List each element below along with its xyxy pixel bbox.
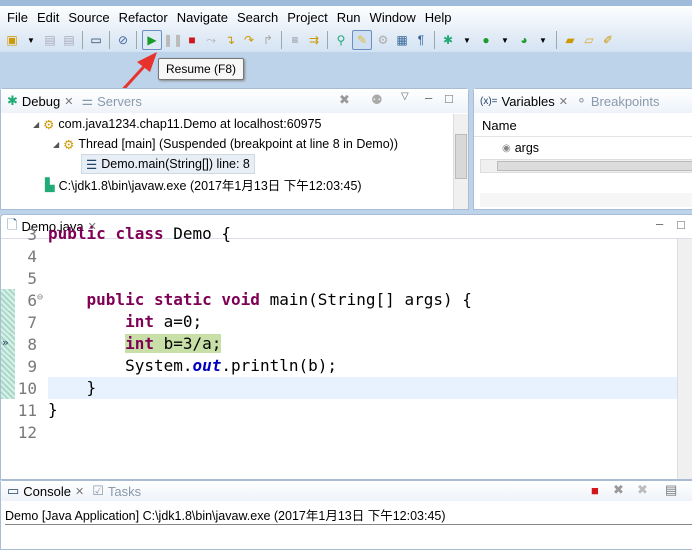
- servers-icon: ⚌: [81, 93, 94, 108]
- debug-panel: ✱ Debug ✕ ⚌ Servers ✖ ⚉ ▽ – □ ◢ ⚙ com.java123…: [0, 88, 469, 210]
- code-token: }: [48, 400, 58, 419]
- code-line: }: [48, 399, 58, 421]
- code-token: out: [192, 356, 222, 375]
- code-token: a=0;: [163, 312, 203, 331]
- tab-debug[interactable]: ✱ Debug ✕: [5, 89, 79, 113]
- code-line: }: [48, 377, 97, 399]
- tab-console[interactable]: ▭ Console ✕: [5, 481, 90, 501]
- details-hscrollbar[interactable]: [480, 193, 692, 207]
- code-line: System.out.println(b);: [48, 355, 337, 377]
- code-token: static: [153, 290, 222, 309]
- remove-all-icon[interactable]: ✖: [637, 482, 648, 498]
- line-number: 9: [27, 357, 37, 376]
- stack-frame-icon: ☰: [86, 157, 98, 172]
- code-token: b=3/a;: [163, 334, 222, 353]
- code-token: void: [221, 290, 270, 309]
- maximize-icon[interactable]: □: [677, 217, 685, 232]
- terminate-icon[interactable]: ■: [591, 483, 599, 498]
- code-token: .println(b);: [221, 356, 337, 375]
- line-number: 7: [27, 313, 37, 332]
- line-number: 12: [17, 423, 37, 442]
- console-icon: ▭: [7, 483, 20, 498]
- line-number: 10: [17, 379, 37, 398]
- variables-panel: (x)= Variables ✕ ⚬ Breakpoints Name ◉ args: [473, 88, 692, 210]
- minimize-icon[interactable]: –: [425, 90, 432, 105]
- remove-launch-icon[interactable]: ✖: [613, 482, 624, 498]
- code-token: int: [125, 312, 164, 331]
- thread-icon: ⚙: [63, 137, 75, 152]
- code-token: main(String[] args) {: [269, 290, 472, 309]
- maximize-icon[interactable]: □: [445, 91, 453, 106]
- code-token: System.: [48, 356, 193, 375]
- ruler-marker: [1, 289, 15, 311]
- variable-row[interactable]: ◉ args: [502, 138, 539, 158]
- instruction-pointer-icon: »: [2, 336, 9, 349]
- tab-variables[interactable]: (x)= Variables ✕: [478, 89, 574, 113]
- ruler-marker: [1, 377, 15, 399]
- line-number: 3: [27, 225, 37, 244]
- tree-item-target[interactable]: ◢ ⚙ com.java1234.chap11.Demo at localhost:…: [33, 114, 322, 134]
- code-token: int: [125, 334, 164, 353]
- ruler-marker: [1, 311, 15, 333]
- fold-icon[interactable]: ⊖: [37, 292, 43, 303]
- line-number: 4: [27, 247, 37, 266]
- line-number: 11: [17, 401, 37, 420]
- code-token: }: [48, 378, 97, 397]
- code-token: Demo {: [173, 224, 232, 243]
- java-app-icon: ⚙: [43, 117, 55, 132]
- minimize-icon[interactable]: –: [656, 216, 663, 231]
- tab-tasks[interactable]: ☑ Tasks: [90, 481, 147, 501]
- tree-item-stack-frame[interactable]: ☰ Demo.main(String[]) line: 8: [81, 154, 255, 174]
- close-icon[interactable]: ✕: [75, 485, 84, 498]
- editor-panel: 🗋 Demo.java ✕ – □ 3 public class Demo {4 5 6 ⊖…: [0, 214, 692, 480]
- close-icon[interactable]: ✕: [64, 95, 73, 108]
- column-header-name[interactable]: Name: [474, 115, 692, 137]
- tab-breakpoints[interactable]: ⚬ Breakpoints: [574, 89, 666, 113]
- console-label: Demo [Java Application] C:\jdk1.8\bin\ja…: [5, 505, 692, 525]
- tree-item-process[interactable]: ▙ C:\jdk1.8\bin\javaw.exe (2017年1月13日 下午1…: [45, 174, 362, 194]
- ruler-marker: [1, 355, 15, 377]
- code-line: public static void main(String[] args) {: [48, 289, 472, 311]
- remove-terminated-icon[interactable]: ✖: [339, 92, 350, 108]
- code-line: int b=3/a;: [48, 333, 222, 355]
- code-line: int a=0;: [48, 311, 202, 333]
- tab-servers[interactable]: ⚌ Servers: [79, 89, 147, 113]
- current-line-highlight: [48, 377, 678, 399]
- code-token: public: [48, 224, 116, 243]
- code-token: class: [115, 224, 174, 243]
- tasks-icon: ☑: [92, 483, 104, 498]
- threads-icon[interactable]: ⚉: [371, 92, 383, 108]
- debug-scrollbar[interactable]: [453, 114, 468, 209]
- tree-item-thread[interactable]: ◢ ⚙ Thread [main] (Suspended (breakpoint a…: [53, 134, 398, 154]
- code-token: public: [86, 290, 154, 309]
- editor-scrollbar[interactable]: [677, 239, 692, 479]
- code-editor[interactable]: 3 public class Demo { 4 5 6 ⊖ public static v…: [1, 224, 692, 479]
- line-number: 5: [27, 269, 37, 288]
- view-menu-icon[interactable]: ▽: [401, 91, 409, 102]
- line-number: 6: [27, 291, 37, 310]
- close-icon[interactable]: ✕: [559, 95, 568, 108]
- code-line: public class Demo {: [48, 223, 231, 245]
- process-icon: ▙: [45, 177, 55, 192]
- bug-icon: ✱: [7, 93, 18, 108]
- variables-hscrollbar[interactable]: [480, 159, 692, 173]
- line-number: 8: [27, 335, 37, 354]
- local-variable-icon: ◉: [502, 142, 511, 154]
- clear-console-icon[interactable]: ▤: [665, 482, 677, 498]
- breakpoints-icon: ⚬: [575, 93, 587, 108]
